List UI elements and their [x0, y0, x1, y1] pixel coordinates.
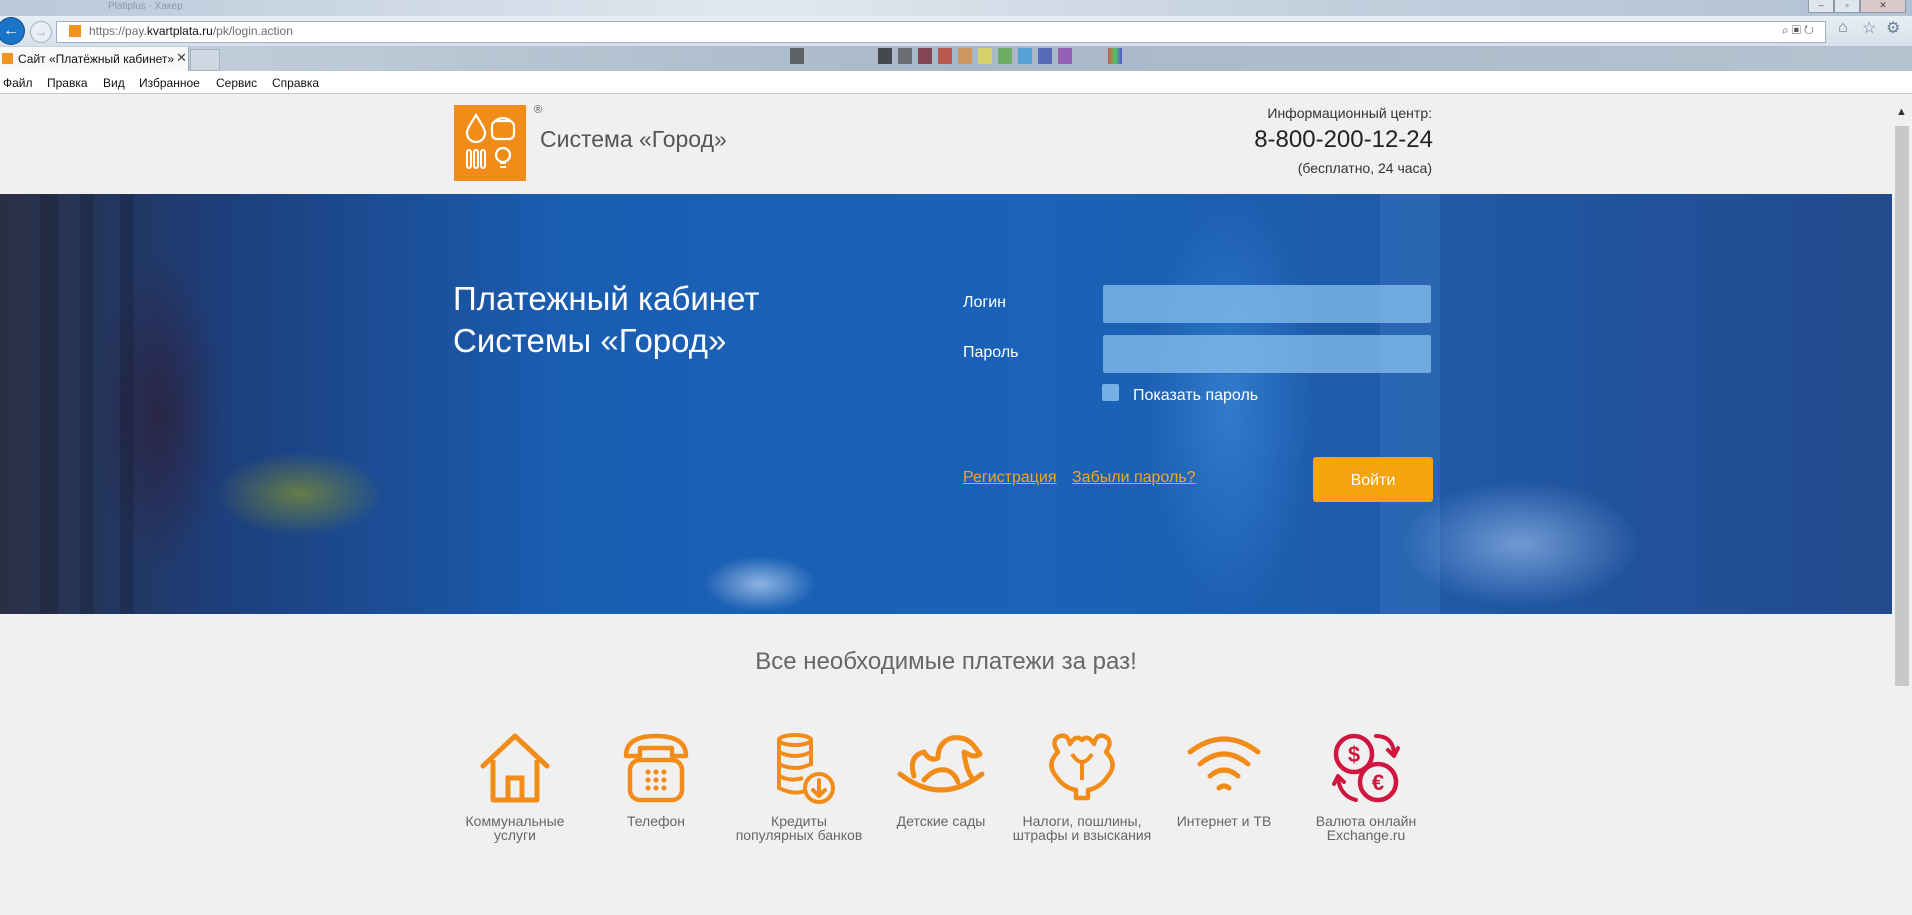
toolbar-swatch — [918, 48, 932, 64]
emblem-icon — [1049, 733, 1115, 801]
toolbar-swatch — [998, 48, 1012, 64]
service-internet-tv[interactable]: Интернет и ТВ — [1154, 730, 1294, 828]
window-titlebar: Platiplus - Хакер – ▫ ✕ — [0, 0, 1912, 16]
toolbar-swatch — [978, 48, 992, 64]
tab-title: Сайт «Платёжный кабинет» — [18, 52, 175, 66]
back-button[interactable]: ← — [0, 18, 24, 44]
search-icon[interactable]: ⌕ — [1782, 23, 1792, 37]
gear-icon[interactable]: ⚙ — [1886, 18, 1900, 38]
maximize-button[interactable]: ▫ — [1834, 0, 1860, 13]
service-utilities[interactable]: Коммунальные услуги — [445, 730, 585, 842]
svg-text:€: € — [1372, 770, 1384, 795]
login-label: Логин — [963, 294, 1007, 311]
toolbar-swatch — [1038, 48, 1052, 64]
hero-banner — [0, 194, 1892, 614]
window-title: Platiplus - Хакер — [108, 1, 183, 12]
brand-name[interactable]: Система «Город» — [540, 126, 727, 153]
logo[interactable] — [454, 105, 526, 181]
address-url[interactable]: https://pay.kvartplata.ru/pk/login.actio… — [89, 24, 293, 38]
menu-view[interactable]: Вид — [103, 76, 125, 90]
toolbar-swatch — [878, 48, 892, 64]
bg-stripe — [120, 194, 134, 614]
address-toolbar: ← → https://pay.kvartplata.ru/pk/login.a… — [0, 16, 1912, 46]
phone-note: (бесплатно, 24 часа) — [1297, 160, 1432, 176]
tab-strip: Сайт «Платёжный кабинет» ✕ — [0, 46, 1912, 71]
info-center-label: Информационный центр: — [1267, 105, 1432, 121]
toolbar-swatch — [1058, 48, 1072, 64]
arrow-left-icon: ← — [3, 22, 19, 39]
service-label: Детские сады — [896, 813, 986, 829]
menu-tools[interactable]: Сервис — [216, 76, 257, 90]
logo-glyphs-icon — [465, 112, 516, 169]
menu-edit[interactable]: Правка — [47, 76, 88, 90]
scrollbar-thumb[interactable] — [1895, 126, 1909, 686]
tab-close-icon[interactable]: ✕ — [176, 50, 187, 66]
toolbar-swatch — [790, 48, 804, 64]
register-link[interactable]: Регистрация — [963, 469, 1057, 487]
services-tagline: Все необходимые платежи за раз! — [755, 648, 1137, 675]
password-label: Пароль — [963, 344, 1019, 361]
password-input[interactable] — [1103, 335, 1431, 373]
toolbar-swatch — [898, 48, 912, 64]
arrow-right-icon: → — [35, 25, 47, 39]
favorites-star-icon[interactable]: ☆ — [1862, 18, 1876, 38]
address-tools: ⌕▣↻ — [1782, 23, 1817, 38]
vertical-scrollbar[interactable]: ▲ — [1892, 94, 1912, 915]
home-icon[interactable]: ⌂ — [1838, 19, 1848, 37]
service-label: Коммунальные услуги — [465, 813, 565, 843]
service-label: Кредиты популярных банков — [735, 813, 863, 843]
service-kindergartens[interactable]: Детские сады — [871, 730, 1011, 828]
toolbar-swatch — [1108, 48, 1122, 64]
service-label: Телефон — [626, 813, 686, 829]
service-currency-exchange[interactable]: $ € Валюта онлайн Exchange.ru — [1296, 730, 1436, 842]
toolbar-swatch — [1018, 48, 1032, 64]
tab-favicon-icon — [2, 53, 13, 64]
page-title: Платежный кабинет Системы «Город» — [453, 280, 760, 359]
phone-number: 8-800-200-12-24 — [1254, 126, 1433, 153]
service-label: Налоги, пошлины, штрафы и взыскания — [1012, 813, 1152, 843]
service-taxes-fines[interactable]: Налоги, пошлины, штрафы и взыскания — [1012, 730, 1152, 842]
bg-stripe — [1380, 194, 1440, 614]
registered-mark: ® — [534, 104, 543, 116]
new-tab-button[interactable] — [190, 49, 220, 71]
lock-icon[interactable]: ▣ — [1792, 23, 1804, 37]
login-button[interactable]: Войти — [1313, 457, 1433, 502]
rocking-horse-icon — [897, 735, 985, 793]
forward-button[interactable]: → — [30, 21, 52, 43]
menu-file[interactable]: Файл — [3, 76, 33, 90]
service-bank-credits[interactable]: Кредиты популярных банков — [729, 730, 869, 842]
service-label: Интернет и ТВ — [1176, 813, 1272, 829]
svg-text:$: $ — [1348, 742, 1360, 767]
toolbar-swatch — [938, 48, 952, 64]
toolbar-swatch — [958, 48, 972, 64]
menu-help[interactable]: Справка — [272, 76, 319, 90]
show-password-label[interactable]: Показать пароль — [1133, 387, 1258, 405]
currency-exchange-icon: $ € — [1332, 733, 1400, 803]
site-favicon-icon — [69, 25, 81, 37]
bg-stripe — [40, 194, 58, 614]
house-icon — [480, 733, 550, 803]
login-input[interactable] — [1103, 285, 1431, 323]
wifi-icon — [1187, 736, 1261, 791]
forgot-password-link[interactable]: Забыли пароль? — [1072, 469, 1196, 487]
show-password-checkbox[interactable] — [1102, 384, 1119, 401]
address-bar[interactable]: https://pay.kvartplata.ru/pk/login.actio… — [56, 21, 1826, 43]
scroll-up-icon[interactable]: ▲ — [1896, 106, 1907, 118]
tab-active[interactable]: Сайт «Платёжный кабинет» ✕ — [0, 47, 189, 71]
close-window-button[interactable]: ✕ — [1860, 0, 1906, 13]
minimize-button[interactable]: – — [1808, 0, 1834, 13]
bg-stripe — [80, 194, 94, 614]
telephone-icon — [623, 733, 689, 803]
service-telephone[interactable]: Телефон — [586, 730, 726, 828]
menu-favorites[interactable]: Избранное — [139, 76, 200, 90]
service-label: Валюта онлайн Exchange.ru — [1315, 813, 1417, 843]
menu-bar: Файл Правка Вид Избранное Сервис Справка — [0, 71, 1912, 94]
coins-icon — [777, 733, 835, 804]
refresh-icon[interactable]: ↻ — [1804, 23, 1817, 37]
